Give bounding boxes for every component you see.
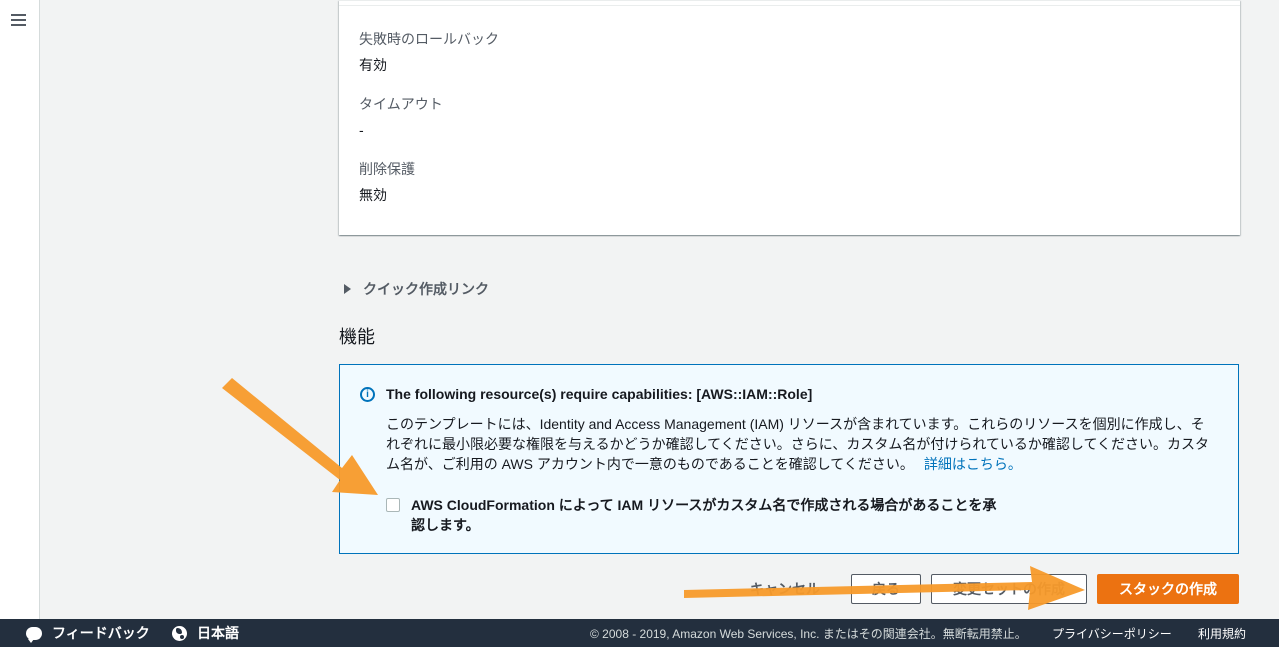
iam-acknowledgement-label[interactable]: AWS CloudFormation によって IAM リソースがカスタム名で作… (411, 495, 996, 535)
info-icon: i (360, 387, 375, 402)
privacy-policy-link[interactable]: プライバシーポリシー (1052, 619, 1172, 647)
terms-of-use-link[interactable]: 利用規約 (1198, 619, 1246, 647)
globe-icon (172, 625, 187, 641)
field-label: 削除保護 (359, 161, 415, 177)
cancel-button[interactable]: キャンセル (735, 574, 835, 604)
quick-create-link-toggle[interactable]: クイック作成リンク (344, 279, 489, 299)
iam-acknowledgement[interactable]: AWS CloudFormation によって IAM リソースがカスタム名で作… (386, 495, 1006, 535)
alert-body-line: このテンプレートには、Identity and Access Managemen… (386, 416, 1205, 432)
stack-options-card: 失敗時のロールバック 有効 タイムアウト - 削除保護 無効 (339, 0, 1240, 235)
menu-icon[interactable] (11, 14, 26, 27)
capabilities-heading: 機能 (339, 327, 375, 347)
timeout-field: タイムアウト - (359, 95, 443, 139)
alert-body: このテンプレートには、Identity and Access Managemen… (386, 414, 1216, 474)
left-navigation-rail (0, 0, 40, 619)
learn-more-link[interactable]: 詳細はこちら。 (924, 456, 1022, 472)
feedback-label: フィードバック (52, 625, 150, 641)
field-value: - (359, 122, 364, 138)
footer: フィードバック 日本語 © 2008 - 2019, Amazon Web Se… (0, 619, 1279, 647)
feedback-link[interactable]: フィードバック (26, 619, 150, 647)
alert-body-line: れぞれに最小限必要な権限を与えるかどうか確認してください。さらに、カスタム名が付… (386, 436, 1210, 452)
field-label: 失敗時のロールバック (359, 31, 499, 47)
language-selector[interactable]: 日本語 (172, 619, 239, 647)
iam-acknowledgement-checkbox[interactable] (386, 498, 400, 512)
ack-line: 認します。 (411, 517, 480, 533)
chat-bubble-icon (26, 626, 42, 643)
rollback-on-failure-field: 失敗時のロールバック 有効 (359, 30, 499, 74)
field-value: 有効 (359, 57, 387, 73)
card-divider (339, 5, 1240, 6)
alert-title: The following resource(s) require capabi… (386, 386, 813, 402)
alert-body-line: ム名が、ご利用の AWS アカウント内で一意のものであることを確認してください。 (386, 456, 914, 472)
alert-body-last-line: ム名が、ご利用の AWS アカウント内で一意のものであることを確認してください。… (386, 454, 1216, 474)
ack-line: AWS CloudFormation によって IAM リソースがカスタム名で作… (411, 497, 997, 513)
copyright-text: © 2008 - 2019, Amazon Web Services, Inc.… (590, 626, 1027, 641)
field-label: タイムアウト (359, 96, 443, 112)
field-value: 無効 (359, 187, 387, 203)
quick-create-link-label: クイック作成リンク (363, 281, 489, 297)
language-label: 日本語 (197, 625, 239, 641)
create-stack-button[interactable]: スタックの作成 (1097, 574, 1239, 604)
capabilities-info-alert: i The following resource(s) require capa… (339, 364, 1239, 554)
create-changeset-button[interactable]: 変更セットの作成 (931, 574, 1087, 604)
caret-right-icon (344, 284, 351, 294)
termination-protection-field: 削除保護 無効 (359, 160, 415, 204)
back-button[interactable]: 戻る (851, 574, 921, 604)
